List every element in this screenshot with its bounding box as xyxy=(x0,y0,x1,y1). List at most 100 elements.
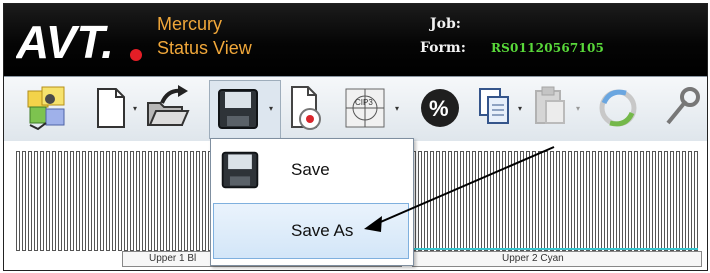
ink-zone-bar xyxy=(556,151,560,251)
menu-item-save-as[interactable]: Save As xyxy=(213,203,409,259)
app-name: Mercury xyxy=(157,14,223,34)
new-page-dropdown-icon[interactable]: ▾ xyxy=(133,105,141,113)
new-page-icon[interactable] xyxy=(92,83,128,133)
ink-zone-bar xyxy=(526,151,530,251)
percent-icon[interactable]: % xyxy=(418,83,462,133)
ink-zone-bar xyxy=(520,151,524,251)
ink-zone-bar xyxy=(424,151,428,251)
zone-label-1: Upper 1 Bl xyxy=(149,253,197,264)
ink-zone-bar xyxy=(460,151,464,251)
ink-zone-bar xyxy=(148,151,152,251)
ink-zone-bar xyxy=(58,151,62,251)
form-value: RS01120567105 xyxy=(491,41,605,55)
svg-text:CIP3: CIP3 xyxy=(355,98,373,107)
ink-zone-bar xyxy=(190,151,194,251)
ink-zone-bar xyxy=(484,151,488,251)
zone-label-2: Upper 2 Cyan xyxy=(502,253,564,264)
menu-item-save[interactable]: Save xyxy=(211,141,411,199)
ink-zone-bar xyxy=(634,151,638,251)
ink-zone-bar xyxy=(436,151,440,251)
ink-zone-bar xyxy=(694,151,698,251)
ink-zone-bar xyxy=(688,151,692,251)
ink-zone-bar xyxy=(592,151,596,251)
ink-zone-bar xyxy=(652,151,656,251)
ink-zone-bar xyxy=(640,151,644,251)
ink-zone-bar xyxy=(646,151,650,251)
floppy-disk-icon xyxy=(221,151,259,189)
ink-zone-bar xyxy=(22,151,26,251)
ink-zone-bar xyxy=(442,151,446,251)
ink-zone-bar xyxy=(454,151,458,251)
new-document-target-icon[interactable] xyxy=(286,83,326,133)
ink-zone-bar xyxy=(16,151,20,251)
ink-zone-bar xyxy=(586,151,590,251)
ink-zone-bar xyxy=(160,151,164,251)
app-window: AVT. Mercury Status View Job: Form: RS01… xyxy=(3,3,708,271)
ink-zone-bar xyxy=(154,151,158,251)
save-dropdown-icon[interactable]: ▾ xyxy=(269,105,277,113)
ink-zone-bar xyxy=(538,151,542,251)
ink-zone-bar xyxy=(610,151,614,251)
ink-zone-bar xyxy=(106,151,110,251)
ink-zone-bar xyxy=(88,151,92,251)
ink-zone-bar xyxy=(112,151,116,251)
ink-zone-bar xyxy=(28,151,32,251)
paste-dropdown-icon[interactable]: ▾ xyxy=(576,105,584,113)
ink-zone-bar xyxy=(136,151,140,251)
ink-zone-bar xyxy=(52,151,56,251)
toolbar: ▾ ▾ CIP3 ▾ % ▾ ▾ xyxy=(4,76,707,142)
ink-zone-bar xyxy=(130,151,134,251)
ink-zone-bar xyxy=(532,151,536,251)
paste-icon[interactable] xyxy=(530,83,570,133)
ink-zone-bar xyxy=(166,151,170,251)
menu-item-save-label: Save xyxy=(291,160,330,179)
ink-zone-bar xyxy=(100,151,104,251)
ink-zone-bar xyxy=(478,151,482,251)
tools-icon[interactable] xyxy=(660,83,707,133)
ink-zone-bar xyxy=(658,151,662,251)
ink-zone-bar xyxy=(616,151,620,251)
header-bar: AVT. Mercury Status View Job: Form: RS01… xyxy=(4,4,707,76)
cip3-dropdown-icon[interactable]: ▾ xyxy=(395,105,403,113)
floppy-disk-icon xyxy=(218,89,258,129)
cyan-indicator-line xyxy=(414,248,698,250)
ink-zone-bar xyxy=(64,151,68,251)
ink-zone-bar xyxy=(448,151,452,251)
ink-zone-bar xyxy=(184,151,188,251)
ink-zone-bar xyxy=(682,151,686,251)
ink-zone-bar xyxy=(196,151,200,251)
ink-zone-bar xyxy=(676,151,680,251)
copy-dropdown-icon[interactable]: ▾ xyxy=(518,105,526,113)
save-split-button[interactable]: ▾ xyxy=(209,80,281,139)
ink-zone-bar xyxy=(34,151,38,251)
ink-zone-bar xyxy=(472,151,476,251)
ink-zone-bar xyxy=(430,151,434,251)
form-label: Form: xyxy=(420,40,466,56)
ink-zone-bar xyxy=(604,151,608,251)
ink-zone-bar xyxy=(670,151,674,251)
ink-zone-bar xyxy=(574,151,578,251)
ink-zone-bar xyxy=(496,151,500,251)
ink-zone-bar xyxy=(118,151,122,251)
ink-zone-bar xyxy=(46,151,50,251)
ink-zone-bar xyxy=(562,151,566,251)
ink-zone-bar xyxy=(418,151,422,251)
ink-zone-bar xyxy=(550,151,554,251)
ink-zone-bar xyxy=(142,151,146,251)
job-settings-icon[interactable] xyxy=(24,83,70,133)
svg-text:AVT.: AVT. xyxy=(16,16,114,66)
ink-zone-bar xyxy=(580,151,584,251)
svg-text:%: % xyxy=(429,96,449,121)
ink-zone-bar xyxy=(172,151,176,251)
cip3-icon[interactable]: CIP3 xyxy=(342,83,388,133)
ink-zone-bar xyxy=(490,151,494,251)
copy-icon[interactable] xyxy=(474,83,514,133)
save-dropdown-menu: Save Save As xyxy=(210,138,414,266)
open-folder-icon[interactable] xyxy=(144,83,192,133)
ink-zone-bar xyxy=(568,151,572,251)
app-view-title: Status View xyxy=(157,38,252,58)
ink-zone-bar xyxy=(202,151,206,251)
refresh-icon[interactable] xyxy=(594,83,642,133)
ink-zone-bar xyxy=(598,151,602,251)
ink-zone-bar xyxy=(502,151,506,251)
